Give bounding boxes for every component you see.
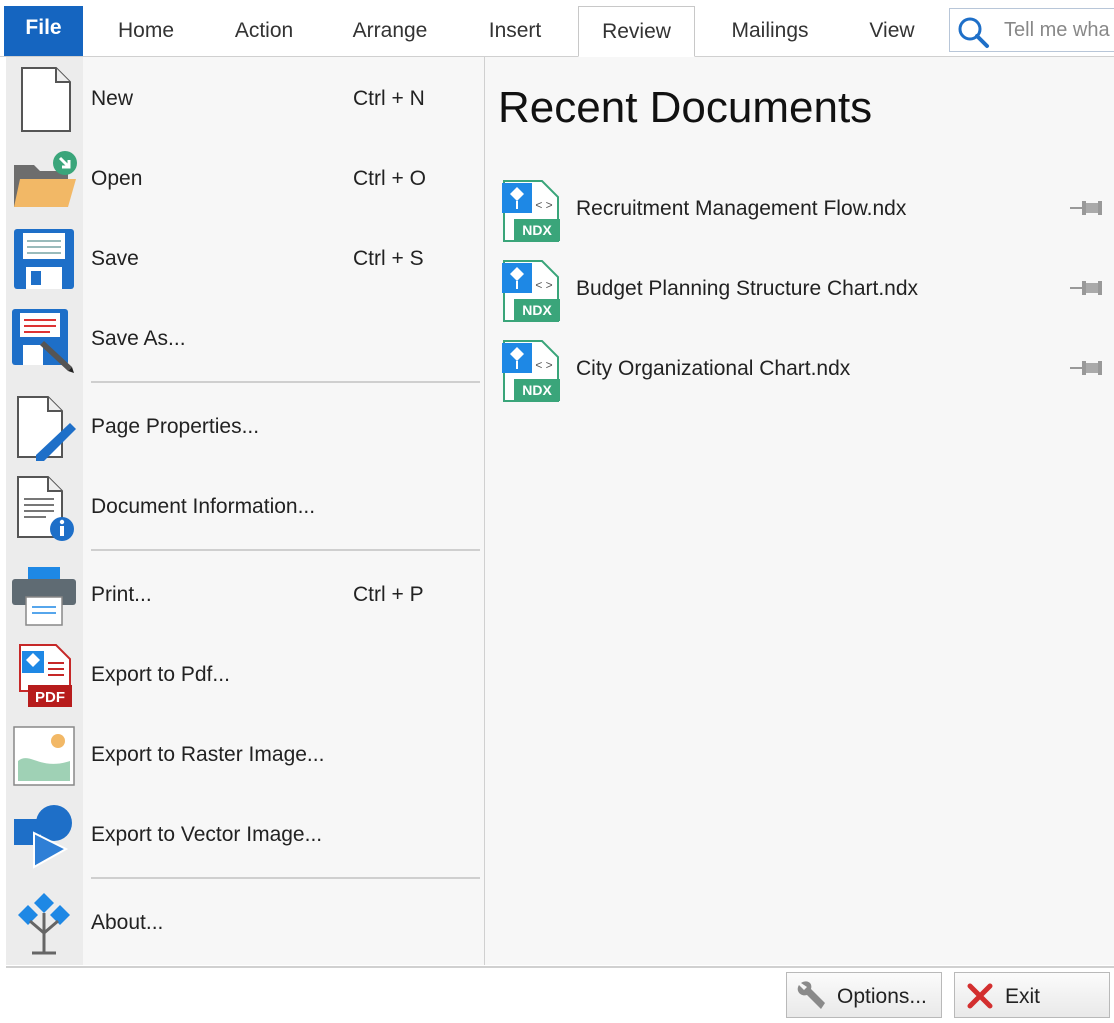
tab-review[interactable]: Review [578,6,695,57]
menu-item-label: Document Information... [91,495,316,518]
recent-document-name: Recruitment Management Flow.ndx [576,197,907,220]
backstage-menu: New Ctrl + N Open Ctrl + O Save Ctrl + S… [6,57,485,965]
tab-insert[interactable]: Insert [470,6,560,56]
menu-item-label: Export to Raster Image... [91,743,325,766]
menu-item-about[interactable]: About... [6,883,484,963]
printer-icon [10,561,78,629]
save-as-icon [10,305,78,373]
menu-item-shortcut: Ctrl + O [353,167,426,190]
svg-text:PDF: PDF [35,689,65,706]
menu-item-label: Print... [91,583,152,606]
svg-text:< >: < > [535,278,552,292]
ribbon-tab-bar: File Home Action Arrange Insert Review M… [0,0,1114,57]
tell-me-search-box[interactable]: Tell me wha [949,8,1114,52]
new-document-icon [10,65,78,133]
menu-separator [91,877,480,879]
tab-file[interactable]: File [4,6,83,56]
menu-item-save[interactable]: Save Ctrl + S [6,219,484,299]
ndx-file-icon: < > NDX [500,339,562,408]
svg-text:< >: < > [535,198,552,212]
svg-text:NDX: NDX [522,302,552,318]
exit-button[interactable]: Exit [954,972,1110,1018]
recent-document-item[interactable]: < > NDX Recruitment Management Flow.ndx [485,175,1114,253]
tab-action[interactable]: Action [218,6,310,56]
svg-text:< >: < > [535,358,552,372]
pin-icon[interactable] [1068,357,1104,384]
menu-item-page-properties[interactable]: Page Properties... [6,387,484,467]
menu-item-save-as[interactable]: Save As... [6,299,484,379]
menu-item-shortcut: Ctrl + S [353,247,424,270]
raster-image-icon [10,721,78,789]
menu-item-label: Save As... [91,327,186,350]
menu-item-print[interactable]: Print... Ctrl + P [6,555,484,635]
close-icon [963,979,997,1019]
menu-item-new[interactable]: New Ctrl + N [6,59,484,139]
backstage-footer [6,966,1114,1023]
tab-view[interactable]: View [852,6,932,56]
recent-documents-panel: Recent Documents < > NDX Recruitment Mana… [485,57,1114,965]
menu-item-export-pdf[interactable]: PDF Export to Pdf... [6,635,484,715]
tab-mailings[interactable]: Mailings [716,6,824,56]
exit-button-label: Exit [1005,985,1041,1008]
recent-documents-title: Recent Documents [498,83,873,132]
menu-item-label: Open [91,167,143,190]
tab-home[interactable]: Home [100,6,192,56]
menu-item-label: New [91,87,134,110]
recent-document-name: Budget Planning Structure Chart.ndx [576,277,919,300]
menu-item-open[interactable]: Open Ctrl + O [6,139,484,219]
menu-item-label: Save [91,247,139,270]
search-icon [956,15,990,54]
wrench-icon [795,979,829,1019]
menu-item-label: Export to Pdf... [91,663,230,686]
ndx-file-icon: < > NDX [500,179,562,248]
menu-item-export-raster[interactable]: Export to Raster Image... [6,715,484,795]
menu-item-shortcut: Ctrl + P [353,583,424,606]
options-button[interactable]: Options... [786,972,942,1018]
pin-icon[interactable] [1068,197,1104,224]
recent-document-name: City Organizational Chart.ndx [576,357,851,380]
svg-text:NDX: NDX [522,382,552,398]
pin-icon[interactable] [1068,277,1104,304]
ndx-file-icon: < > NDX [500,259,562,328]
menu-item-label: About... [91,911,164,934]
search-placeholder: Tell me wha [1004,19,1110,41]
recent-document-item[interactable]: < > NDX City Organizational Chart.ndx [485,335,1114,413]
document-info-icon [10,473,78,541]
about-logo-icon [10,889,78,957]
tab-arrange[interactable]: Arrange [338,6,442,56]
vector-image-icon [10,801,78,869]
menu-separator [91,381,480,383]
open-folder-icon [10,145,78,213]
pdf-icon: PDF [10,641,78,709]
options-button-label: Options... [837,985,927,1008]
menu-separator [91,549,480,551]
save-floppy-icon [10,225,78,293]
menu-item-shortcut: Ctrl + N [353,87,425,110]
menu-item-export-vector[interactable]: Export to Vector Image... [6,795,484,875]
menu-item-label: Export to Vector Image... [91,823,323,846]
page-edit-icon [10,393,78,461]
menu-item-document-information[interactable]: Document Information... [6,467,484,547]
recent-document-item[interactable]: < > NDX Budget Planning Structure Chart.n… [485,255,1114,333]
svg-text:NDX: NDX [522,222,552,238]
menu-item-label: Page Properties... [91,415,260,438]
